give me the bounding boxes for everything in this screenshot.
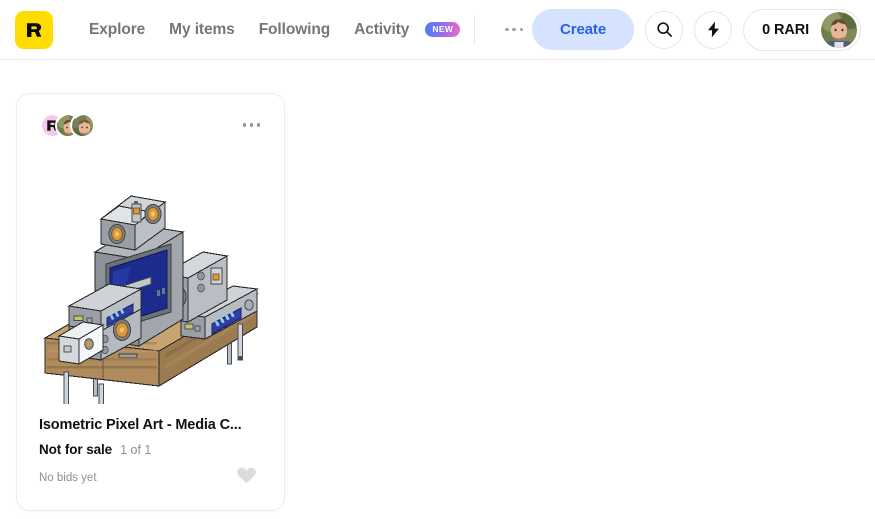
wallet-balance-button[interactable]: 0 RARI — [743, 8, 861, 51]
nav-activity[interactable]: Activity — [342, 15, 421, 45]
nav-divider — [474, 14, 476, 45]
dot — [249, 123, 254, 127]
lightning-bolt-icon — [707, 21, 719, 38]
dot — [519, 27, 524, 32]
nft-card[interactable]: Isometric Pixel Art - Media C... Not for… — [16, 93, 285, 511]
new-badge: NEW — [425, 22, 461, 37]
nav-activity-group[interactable]: Activity NEW — [342, 15, 461, 45]
isometric-pixel-art-media-center — [42, 194, 259, 404]
card-header — [17, 94, 284, 156]
main-nav: Explore My items Following Activity NEW — [77, 14, 531, 45]
price-row: Not for sale 1 of 1 — [39, 442, 262, 457]
like-button[interactable] — [231, 465, 262, 491]
card-more-menu-icon[interactable] — [237, 117, 266, 132]
top-navigation-bar: Explore My items Following Activity NEW … — [0, 0, 875, 60]
heart-icon — [237, 467, 256, 484]
nav-following[interactable]: Following — [247, 15, 342, 45]
avatar-photo-icon — [72, 114, 93, 136]
avatar-photo-icon — [821, 11, 857, 48]
price-status: Not for sale — [39, 442, 113, 457]
creator-avatar[interactable] — [70, 112, 95, 138]
wallet-balance-label: 0 RARI — [762, 21, 809, 38]
more-horizontal-icon[interactable] — [497, 20, 531, 40]
header-actions: Create 0 RARI — [531, 8, 875, 51]
bid-status: No bids yet — [39, 472, 97, 484]
card-footer: No bids yet — [39, 465, 262, 491]
dot — [505, 27, 509, 32]
logo-letter-r-icon — [27, 22, 42, 37]
nft-artwork[interactable] — [17, 156, 284, 411]
notifications-button[interactable] — [694, 10, 733, 49]
user-avatar[interactable] — [821, 11, 857, 48]
card-details: Isometric Pixel Art - Media C... Not for… — [17, 411, 284, 491]
dot — [242, 123, 247, 127]
nav-explore[interactable]: Explore — [77, 15, 157, 45]
creator-avatar-group[interactable] — [40, 112, 95, 138]
nav-my-items[interactable]: My items — [157, 15, 247, 45]
edition-count: 1 of 1 — [120, 443, 152, 457]
search-button[interactable] — [645, 10, 684, 49]
rarible-logo[interactable] — [15, 10, 53, 49]
dot — [256, 123, 260, 127]
create-button[interactable]: Create — [531, 9, 635, 50]
nft-title: Isometric Pixel Art - Media C... — [39, 417, 242, 433]
search-icon — [656, 22, 672, 37]
dot — [512, 27, 517, 32]
